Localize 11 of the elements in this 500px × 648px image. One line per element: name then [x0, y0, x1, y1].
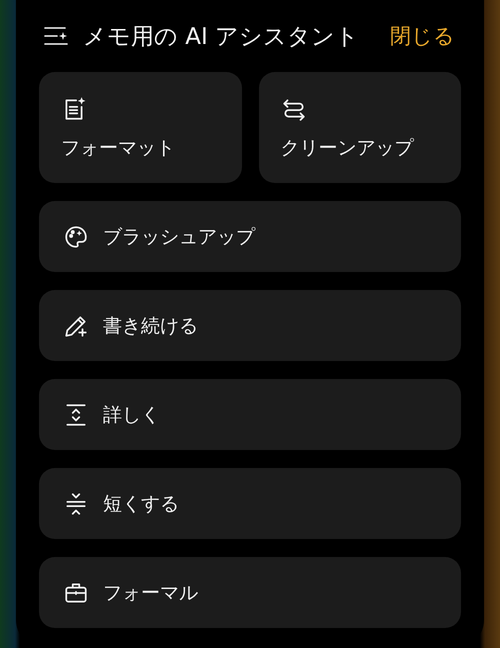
menu-sparkle-icon	[43, 25, 69, 47]
close-button[interactable]: 閉じる	[390, 22, 461, 50]
action-button[interactable]: 書き続ける	[39, 290, 461, 361]
action-button[interactable]: フォーマル	[39, 557, 461, 628]
action-button[interactable]: ブラッシュアップ	[39, 201, 461, 272]
action-tile[interactable]: クリーンアップ	[258, 72, 461, 183]
panel-title: メモ用の AI アシスタント	[83, 22, 360, 52]
palette-icon	[63, 224, 89, 250]
action-tile[interactable]: フォーマット	[39, 72, 242, 183]
action-button[interactable]: 詳しく	[39, 379, 461, 450]
action-button[interactable]: 短くする	[39, 468, 461, 539]
